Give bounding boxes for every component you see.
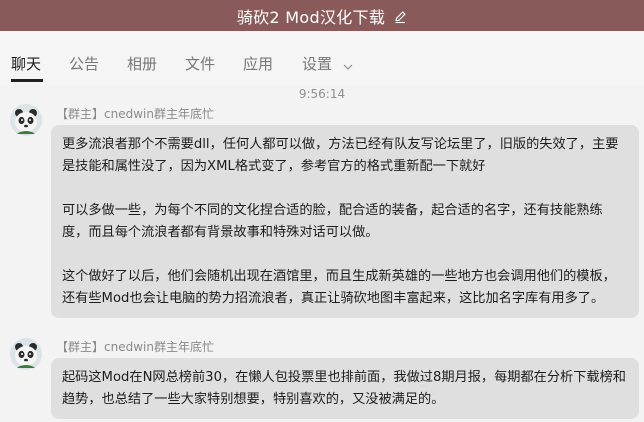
edit-pen-icon[interactable] — [393, 9, 407, 23]
message-bubble[interactable]: 更多流浪者那个不需要dll，任何人都可以做，方法已经有队友写论坛里了，旧版的失效… — [51, 125, 639, 318]
tab-announcements[interactable]: 公告 — [69, 53, 99, 74]
tab-album[interactable]: 相册 — [127, 53, 157, 74]
chat-scrollbar[interactable] — [640, 85, 644, 422]
message-timestamp: 9:56:14 — [298, 87, 346, 101]
panda-avatar-icon[interactable] — [10, 104, 42, 136]
tab-bar: 聊天 公告 相册 文件 应用 设置 — [0, 31, 644, 85]
chevron-down-icon — [343, 56, 353, 74]
message-paragraph: 这个做好了以后，他们会随机出现在酒馆里，而且生成新英雄的一些地方也会调用他们的模… — [62, 269, 616, 306]
message-sender[interactable]: 【群主】cnedwin群主年底忙 — [56, 105, 214, 122]
message-paragraph: 起码这Mod在N网总榜前30，在懒人包投票里也排前面，我做过8期月报，每期都在分… — [62, 370, 626, 407]
title-bar: 骑砍2 Mod汉化下载 — [0, 0, 644, 31]
tab-settings-label: 设置 — [302, 55, 333, 73]
panda-avatar-icon[interactable] — [10, 338, 42, 370]
tab-apps[interactable]: 应用 — [243, 53, 273, 74]
message-sender[interactable]: 【群主】cnedwin群主年底忙 — [56, 338, 214, 355]
message-list[interactable]: 9:56:14 【群主】cnedwin群主年底忙 更多流浪者那个不需要dll，任… — [0, 85, 644, 422]
tab-files[interactable]: 文件 — [185, 53, 215, 74]
tab-settings[interactable]: 设置 — [302, 53, 353, 74]
message-paragraph: 更多流浪者那个不需要dll，任何人都可以做，方法已经有队友写论坛里了，旧版的失效… — [62, 137, 619, 174]
tab-chat[interactable]: 聊天 — [11, 53, 41, 74]
group-title[interactable]: 骑砍2 Mod汉化下载 — [237, 4, 385, 28]
active-tab-indicator — [11, 79, 43, 82]
message-bubble[interactable]: 起码这Mod在N网总榜前30，在懒人包投票里也排前面，我做过8期月报，每期都在分… — [51, 358, 639, 419]
message-paragraph: 可以多做一些，为每个不同的文化捏合适的脸，配合适的装备，起合适的名字，还有技能熟… — [62, 203, 603, 240]
chat-window: 骑砍2 Mod汉化下载 聊天 公告 相册 文件 应用 设置 9:56:14 【群… — [0, 0, 644, 422]
